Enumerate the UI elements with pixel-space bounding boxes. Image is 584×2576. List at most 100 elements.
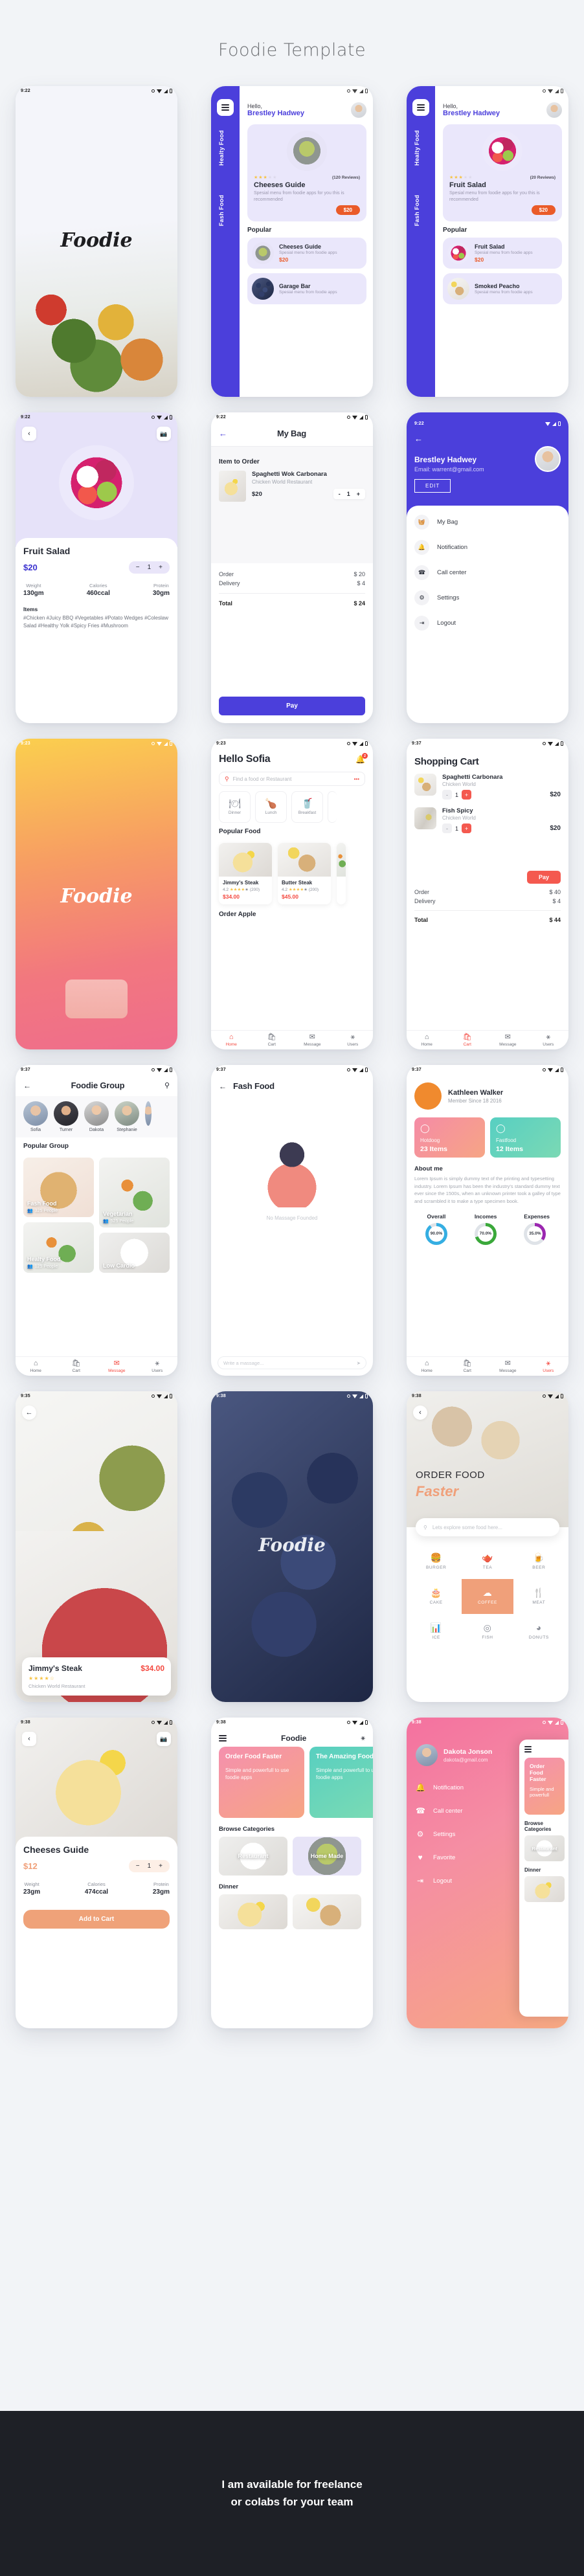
- tile-hotdog[interactable]: ◯ Hotdoog 23 Items: [414, 1117, 485, 1158]
- quantity-stepper[interactable]: - 1 + $20: [442, 790, 561, 800]
- user-icon[interactable]: ⚹: [361, 1734, 365, 1743]
- promo-card[interactable]: Order Food Faster Simple and powerfull t…: [219, 1747, 304, 1818]
- edit-button[interactable]: EDIT: [414, 479, 451, 493]
- browse-card[interactable]: Home Made: [293, 1837, 361, 1876]
- table-row[interactable]: Fish Spicy Chicken World - 1 + $20: [407, 803, 568, 837]
- tab-cart[interactable]: 🛍 Cart: [447, 1031, 488, 1049]
- dinner-card[interactable]: [524, 1876, 565, 1902]
- food-card[interactable]: Jimmy's Steak 4.2 ★★★★★ (200) $34.00: [219, 843, 272, 904]
- decrement-button[interactable]: −: [136, 1863, 140, 1870]
- menu-item-call-center[interactable]: ☎ Call center: [414, 565, 561, 580]
- dinner-card[interactable]: [219, 1894, 287, 1929]
- bottom-tab-bar[interactable]: ⌂ Home 🛍 Cart ✉ Message ⚹ Users: [407, 1030, 568, 1049]
- screen-hello-sofia[interactable]: 9:23 Hello Sofia 🔔 2 ⚲ Find a food or Re…: [211, 739, 373, 1049]
- side-tab-fash[interactable]: Fash Food: [218, 195, 225, 226]
- hamburger-icon[interactable]: [524, 1746, 532, 1753]
- group-card[interactable]: Vegetarian 👥 525 People: [99, 1158, 170, 1227]
- grid-ice[interactable]: 📊 ICE: [410, 1614, 462, 1649]
- tab-cart[interactable]: 🛍 Cart: [252, 1031, 293, 1049]
- increment-button[interactable]: +: [159, 564, 163, 571]
- grid-fish[interactable]: ◎ FISH: [462, 1614, 513, 1649]
- quantity-stepper[interactable]: - 1 +: [333, 489, 365, 499]
- list-item[interactable]: Cheeses Guide Spesial menu from foodie a…: [247, 238, 366, 269]
- hamburger-button[interactable]: [412, 99, 429, 116]
- avatar[interactable]: [546, 102, 562, 118]
- pay-button[interactable]: Pay: [526, 871, 561, 884]
- search-icon[interactable]: ⚲: [164, 1081, 170, 1090]
- camera-button[interactable]: 📷: [157, 1732, 171, 1746]
- menu-item-logout[interactable]: ⇥ Logout: [414, 616, 561, 631]
- increment-button[interactable]: +: [462, 823, 472, 833]
- hamburger-icon[interactable]: [219, 1734, 227, 1743]
- tab-users[interactable]: ⚹ Users: [137, 1357, 178, 1376]
- increment-button[interactable]: +: [462, 790, 472, 800]
- feature-card[interactable]: ★★★★★ (20 Reviews) Fruit Salad Spesial m…: [443, 124, 562, 222]
- avatar[interactable]: [416, 1744, 438, 1766]
- screen-jimmys-steak[interactable]: 9:35 ← Jimmy's Steak $34.00 ★★★★☆ Chicke…: [16, 1391, 177, 1702]
- quantity-stepper[interactable]: − 1 +: [128, 1860, 170, 1872]
- peek-panel[interactable]: Order Food Faster Simple and powerfull B…: [519, 1740, 568, 2017]
- screen-shopping-cart[interactable]: 9:37 Shopping Cart Spaghetti Carbonara C…: [407, 739, 568, 1049]
- category-more[interactable]: [328, 791, 337, 823]
- tab-users[interactable]: ⚹ Users: [528, 1357, 569, 1376]
- back-button[interactable]: ←: [414, 434, 561, 443]
- screen-my-bag[interactable]: 9:22 ← My Bag Item to Order Spaghetti Wo…: [211, 412, 373, 723]
- camera-button[interactable]: 📷: [157, 427, 171, 441]
- back-button[interactable]: ←: [23, 1081, 31, 1090]
- back-button[interactable]: ‹: [413, 1406, 427, 1420]
- tab-home[interactable]: ⌂ Home: [211, 1031, 252, 1049]
- people-strip[interactable]: Sofia Turner Dakota Stephanie: [16, 1096, 177, 1137]
- dinner-card[interactable]: [293, 1894, 361, 1929]
- category-dinner[interactable]: 🍽 Dinner: [219, 791, 251, 823]
- promo-card[interactable]: Order Food Faster Simple and powerfull: [524, 1758, 565, 1815]
- list-item[interactable]: Garage Bar Spesial menu from foodie apps: [247, 273, 366, 305]
- list-item[interactable]: Fruit Salad Spesial menu from foodie app…: [443, 238, 562, 269]
- increment-button[interactable]: +: [357, 491, 360, 497]
- tab-cart[interactable]: 🛍 Cart: [56, 1357, 97, 1376]
- grid-donuts[interactable]: ◕ DONUTS: [513, 1614, 565, 1649]
- category-lunch[interactable]: 🍗 Lunch: [255, 791, 287, 823]
- tab-message[interactable]: ✉ Message: [292, 1031, 333, 1049]
- increment-button[interactable]: +: [159, 1863, 163, 1870]
- back-button[interactable]: ←: [22, 1406, 36, 1420]
- avatar[interactable]: [54, 1101, 78, 1126]
- side-nav[interactable]: Healty Food Fash Food ›: [211, 86, 243, 397]
- avatar[interactable]: [84, 1101, 109, 1126]
- grid-beer[interactable]: 🍺 BEER: [513, 1544, 565, 1579]
- tab-cart[interactable]: 🛍 Cart: [447, 1357, 488, 1376]
- screen-order-faster[interactable]: 9:38 ‹ ORDER FOOD Faster ⚲ Lets explore …: [407, 1391, 568, 1702]
- grid-meat[interactable]: 🍴 MEAT: [513, 1579, 565, 1614]
- decrement-button[interactable]: -: [442, 823, 452, 833]
- table-row[interactable]: Spaghetti Wok Carbonara Chicken World Re…: [219, 471, 365, 502]
- table-row[interactable]: Spaghetti Carbonara Chicken World - 1 + …: [407, 770, 568, 803]
- tab-message[interactable]: ✉ Message: [488, 1357, 528, 1376]
- quantity-stepper[interactable]: − 1 +: [128, 561, 170, 574]
- decrement-button[interactable]: −: [136, 564, 140, 571]
- promo-card[interactable]: The Amazing Food Simple and powerfull to…: [309, 1747, 373, 1818]
- message-input[interactable]: Write a massage... ➤: [218, 1356, 366, 1369]
- chevron-right-icon[interactable]: ›: [436, 213, 439, 221]
- menu-item-notification[interactable]: 🔔 Notification: [414, 540, 561, 555]
- side-tab-fash[interactable]: Fash Food: [414, 195, 420, 226]
- decrement-button[interactable]: -: [339, 491, 341, 497]
- back-button[interactable]: ←: [219, 429, 227, 438]
- bottom-tab-bar[interactable]: ⌂ Home 🛍 Cart ✉ Message ⚹ Users: [211, 1030, 373, 1049]
- group-card[interactable]: Low Cardio: [99, 1233, 170, 1273]
- add-to-cart-button[interactable]: Add to Cart: [23, 1910, 170, 1929]
- side-tab-healthy[interactable]: Healty Food: [414, 130, 420, 166]
- browse-card[interactable]: Restaurant: [524, 1835, 565, 1861]
- tile-fastfood[interactable]: ◯ Fastfood 12 Items: [490, 1117, 561, 1158]
- more-icon[interactable]: •••: [354, 776, 359, 782]
- screen-fash-food-chat[interactable]: 9:37 ← Fash Food No Massage Founded Writ…: [211, 1065, 373, 1376]
- decrement-button[interactable]: -: [442, 790, 452, 800]
- notifications-button[interactable]: 🔔 2: [355, 753, 368, 764]
- group-card[interactable]: Fash Food 👥 325 People: [23, 1158, 94, 1217]
- screen-foodie-home-pink[interactable]: 9:38 Foodie ⚹ Order Food Faster Simple a…: [211, 1718, 373, 2028]
- bottom-tab-bar[interactable]: ⌂ Home 🛍 Cart ✉ Message ⚹ Users: [407, 1356, 568, 1376]
- screen-foodie-group[interactable]: 9:37 ← Foodie Group ⚲ Sofia Turner Dakot…: [16, 1065, 177, 1376]
- avatar[interactable]: [23, 1101, 48, 1126]
- screen-healthy-home-2[interactable]: Healty Food Fash Food › 9:22 Hello, Bres…: [407, 86, 568, 397]
- list-item[interactable]: Smoked Peacho Spesial menu from foodie a…: [443, 273, 562, 305]
- avatar[interactable]: [351, 102, 366, 118]
- quantity-stepper[interactable]: - 1 + $20: [442, 823, 561, 833]
